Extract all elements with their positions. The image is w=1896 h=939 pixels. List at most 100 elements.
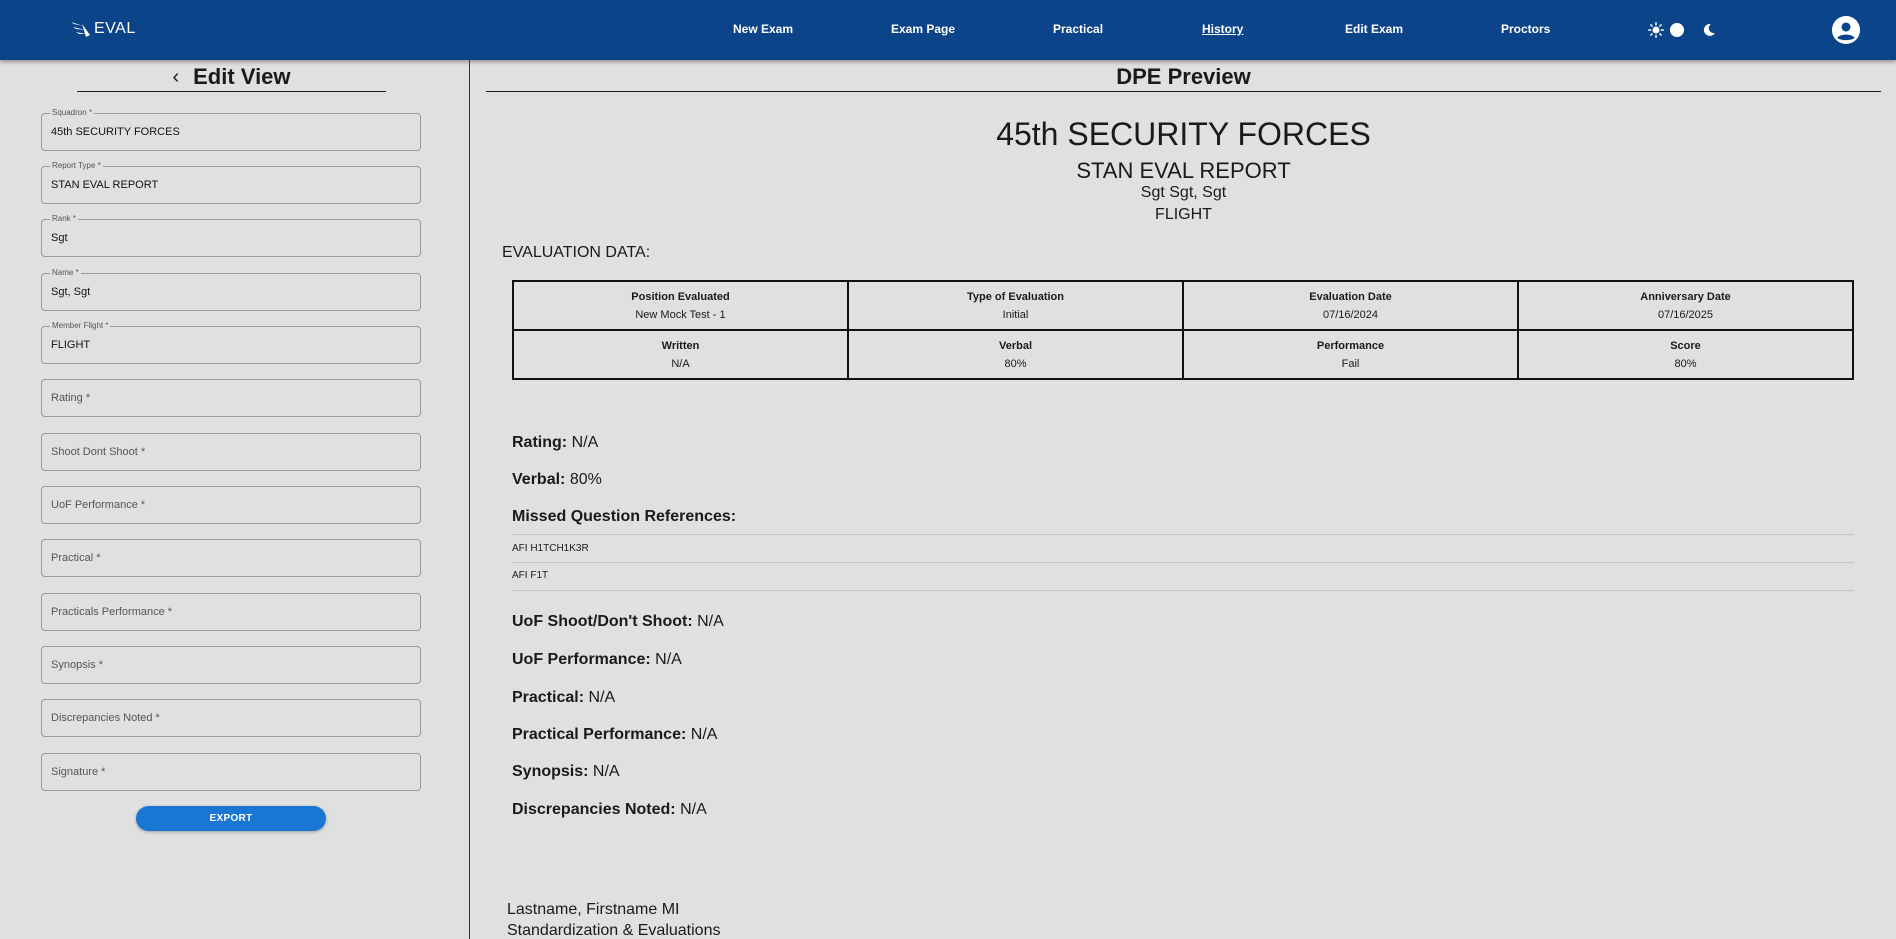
verbal-label: Verbal: [512,471,566,488]
verbal-value: 80% [569,471,602,488]
rating-field[interactable]: Rating * [41,379,421,417]
cell-header: Anniversary Date [1640,290,1731,303]
detail-value: N/A [697,613,724,630]
export-button[interactable]: EXPORT [136,806,326,831]
field-placeholder: Rating * [51,392,91,404]
table-cell: Type of Evaluation Initial [847,280,1184,331]
name-field[interactable]: Name * Sgt, Sgt [41,268,421,311]
nav-history[interactable]: History [1202,22,1243,36]
theme-toggle[interactable] [1648,20,1720,40]
panel-divider [469,60,470,939]
cell-header: Written [661,339,700,352]
detail-value: N/A [655,651,682,668]
detail-label: Synopsis: [512,763,589,780]
nav-edit-exam[interactable]: Edit Exam [1345,22,1403,36]
practical-performance-line: Practical Performance: N/A [512,726,717,744]
field-value: FLIGHT [51,339,91,351]
nav-practical[interactable]: Practical [1053,22,1103,36]
discrepancies-field[interactable]: Discrepancies Noted * [41,699,421,737]
nav-new-exam[interactable]: New Exam [733,22,793,36]
table-row: Written N/A Verbal 80% Performance Fail Sco… [512,329,1854,380]
rating-value: N/A [571,434,599,451]
table-cell: Verbal 80% [847,329,1184,380]
moon-icon [1703,23,1715,36]
nav-exam-page[interactable]: Exam Page [891,22,955,36]
account-circle-icon[interactable] [1832,16,1860,44]
chevron-left-icon[interactable]: ‹ [172,67,179,87]
squadron-field[interactable]: Squadron * 45th SECURITY FORCES [41,108,421,151]
field-placeholder: Signature * [51,766,106,778]
missed-reference: AFI F1T [512,570,549,581]
logo-wing-icon [71,22,90,37]
toggle-knob[interactable] [1670,23,1684,37]
field-label: Report Type * [50,161,103,171]
divider [512,562,1854,563]
rank-field[interactable]: Rank * Sgt [41,214,421,257]
field-placeholder: Synopsis * [51,659,103,671]
member-flight-field[interactable]: Member Flight * FLIGHT [41,321,421,364]
field-placeholder: Practical * [51,552,101,564]
cell-header: Evaluation Date [1309,290,1392,303]
app-logo[interactable]: EVAL [70,16,136,42]
field-label: Squadron * [50,108,95,118]
table-cell: Evaluation Date 07/16/2024 [1182,280,1519,331]
table-cell: Performance Fail [1182,329,1519,380]
cell-header: Verbal [998,339,1033,352]
practical-line: Practical: N/A [512,689,615,707]
cell-value: Initial [1002,308,1029,321]
top-navbar: EVAL New Exam Exam Page Practical Histor… [0,0,1896,60]
cell-header: Type of Evaluation [967,290,1064,303]
cell-value: 07/16/2025 [1657,308,1714,321]
uof-shoot-line: UoF Shoot/Don't Shoot: N/A [512,613,724,631]
practical-field[interactable]: Practical * [41,539,421,577]
detail-value: N/A [592,763,620,780]
synopsis-field[interactable]: Synopsis * [41,646,421,684]
missed-reference: AFI H1TCH1K3R [512,543,589,554]
report-member-name: Sgt Sgt, Sgt [1140,184,1227,201]
discrepancies-line: Discrepancies Noted: N/A [512,801,707,819]
shoot-dont-shoot-field[interactable]: Shoot Dont Shoot * [41,433,421,471]
report-squadron: 45th SECURITY FORCES [996,116,1371,152]
field-placeholder: Discrepancies Noted * [51,712,160,724]
cell-value: N/A [671,357,690,370]
cell-header: Score [1670,339,1701,352]
divider [512,590,1854,591]
practicals-performance-field[interactable]: Practicals Performance * [41,593,421,631]
cell-value: 07/16/2024 [1322,308,1379,321]
signature-office: Standardization & Evaluations [507,922,721,939]
field-value: Sgt, Sgt [51,286,91,298]
field-value: 45th SECURITY FORCES [51,126,180,138]
evaluation-data-label: EVALUATION DATA: [502,244,651,261]
rating-line: Rating: N/A [512,434,598,452]
nav-proctors[interactable]: Proctors [1501,22,1550,36]
evaluation-table: Position Evaluated New Mock Test - 1 Type… [512,280,1854,380]
field-label: Rank * [50,214,79,224]
table-row: Position Evaluated New Mock Test - 1 Type… [512,280,1854,331]
uof-performance-line: UoF Performance: N/A [512,651,682,669]
detail-label: Practical: [512,689,585,706]
synopsis-line: Synopsis: N/A [512,763,620,781]
detail-label: Practical Performance: [512,726,687,743]
table-cell: Position Evaluated New Mock Test - 1 [512,280,849,331]
edit-view-header: ‹ Edit View [77,62,386,92]
field-value: STAN EVAL REPORT [51,179,159,191]
table-cell: Score 80% [1517,329,1854,380]
cell-header: Position Evaluated [631,290,730,303]
table-cell: Written N/A [512,329,849,380]
uof-performance-field[interactable]: UoF Performance * [41,486,421,524]
cell-header: Performance [1316,339,1385,352]
signature-field[interactable]: Signature * [41,753,421,791]
field-placeholder: Shoot Dont Shoot * [51,446,146,458]
detail-value: N/A [680,801,707,818]
report-type-field[interactable]: Report Type * STAN EVAL REPORT [41,161,421,204]
detail-label: UoF Performance: [512,651,651,668]
edit-view-title: Edit View [193,63,291,89]
logo-text: EVAL [94,20,136,37]
cell-value: 80% [1674,357,1697,370]
report-type: STAN EVAL REPORT [1076,158,1291,183]
cell-value: 80% [1004,357,1027,370]
detail-value: N/A [588,689,616,706]
preview-title: DPE Preview [486,62,1881,92]
field-placeholder: Practicals Performance * [51,606,173,618]
table-cell: Anniversary Date 07/16/2025 [1517,280,1854,331]
